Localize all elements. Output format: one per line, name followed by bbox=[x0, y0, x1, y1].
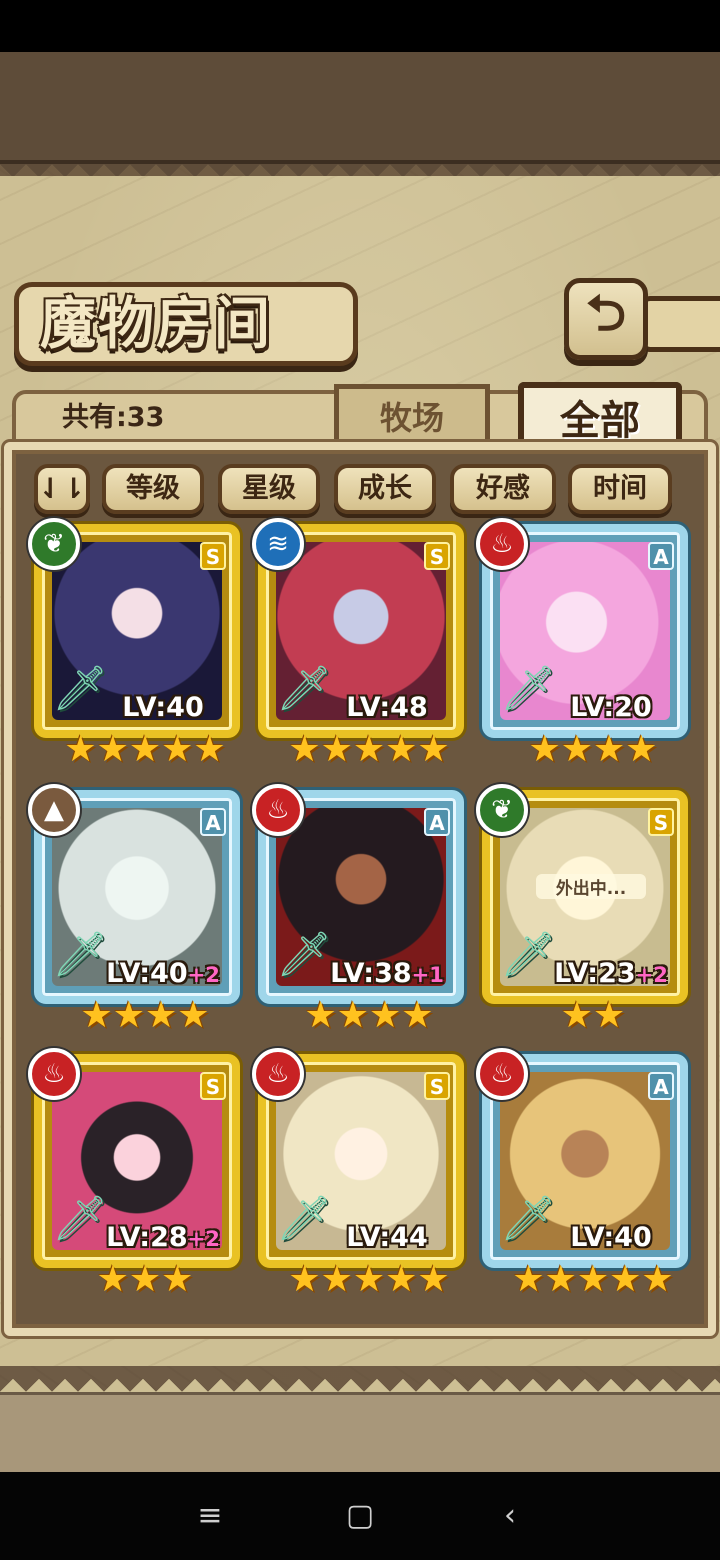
level-label: LV:40+2 bbox=[106, 958, 220, 989]
level-label: LV:48 bbox=[346, 692, 428, 723]
rank-badge: A bbox=[424, 808, 450, 836]
map-bottom-band bbox=[0, 1392, 720, 1472]
monster-card[interactable]: 外出中... S 🗡 LV:23+2 ❦ ★★ bbox=[476, 784, 688, 1036]
star-rating: ★★★★ bbox=[528, 729, 658, 770]
flame-icon: ♨ bbox=[28, 1048, 80, 1100]
level-label: LV:20 bbox=[570, 692, 652, 723]
monster-card[interactable]: A 🗡 LV:40 ♨ ★★★★★ bbox=[476, 1048, 688, 1300]
rank-badge: A bbox=[200, 808, 226, 836]
water-wave-icon: ≋ bbox=[252, 518, 304, 570]
torn-edge-bottom bbox=[0, 1366, 720, 1392]
level-label: LV:28+2 bbox=[106, 1222, 220, 1253]
rank-badge: A bbox=[648, 542, 674, 570]
star-rating: ★★★★★ bbox=[64, 729, 226, 770]
monster-card[interactable]: A 🗡 LV:20 ♨ ★★★★ bbox=[476, 518, 688, 770]
sort-level-button[interactable]: 等级 bbox=[102, 464, 204, 514]
leaf-icon: ❦ bbox=[476, 784, 528, 836]
rank-badge: S bbox=[200, 542, 226, 570]
flame-icon: ♨ bbox=[252, 784, 304, 836]
sort-growth-button[interactable]: 成长 bbox=[334, 464, 436, 514]
status-bar bbox=[0, 0, 720, 52]
level-label: LV:40 bbox=[570, 1222, 652, 1253]
sort-time-button[interactable]: 时间 bbox=[568, 464, 672, 514]
total-count: 共有:33 bbox=[62, 402, 165, 433]
back-button-rail bbox=[640, 296, 720, 352]
menu-icon[interactable]: ≡ bbox=[190, 1496, 230, 1536]
monster-card[interactable]: A 🗡 LV:40+2 ▲ ★★★★ bbox=[28, 784, 240, 1036]
page-title: 魔物房间 bbox=[40, 291, 272, 357]
tab-ranch[interactable]: 牧场 bbox=[334, 384, 490, 442]
back-button[interactable]: ⮌ bbox=[564, 278, 648, 360]
star-rating: ★★ bbox=[560, 995, 626, 1036]
rank-badge: S bbox=[424, 1072, 450, 1100]
rank-badge: S bbox=[648, 808, 674, 836]
sort-order-toggle[interactable]: ⇃⇂ bbox=[34, 464, 90, 514]
mountain-icon: ▲ bbox=[28, 784, 80, 836]
star-rating: ★★★★★ bbox=[512, 1259, 674, 1300]
home-icon[interactable]: ▢ bbox=[340, 1496, 380, 1536]
sort-stars-button[interactable]: 星级 bbox=[218, 464, 320, 514]
star-rating: ★★★★★ bbox=[288, 729, 450, 770]
sort-affection-button[interactable]: 好感 bbox=[450, 464, 556, 514]
monster-card[interactable]: S 🗡 LV:28+2 ♨ ★★★ bbox=[28, 1048, 240, 1300]
level-label: LV:38+1 bbox=[330, 958, 444, 989]
level-label: LV:23+2 bbox=[554, 958, 668, 989]
rank-badge: S bbox=[200, 1072, 226, 1100]
return-arrow-icon: ⮌ bbox=[585, 283, 627, 342]
flame-icon: ♨ bbox=[476, 1048, 528, 1100]
monster-card[interactable]: A 🗡 LV:38+1 ♨ ★★★★ bbox=[252, 784, 464, 1036]
away-status: 外出中... bbox=[536, 874, 646, 899]
level-label: LV:44 bbox=[346, 1222, 428, 1253]
level-label: LV:40 bbox=[122, 692, 204, 723]
monster-card[interactable]: S 🗡 LV:48 ≋ ★★★★★ bbox=[252, 518, 464, 770]
flame-icon: ♨ bbox=[252, 1048, 304, 1100]
back-nav-icon[interactable]: ‹ bbox=[490, 1496, 530, 1536]
map-top-band bbox=[0, 52, 720, 164]
flame-icon: ♨ bbox=[476, 518, 528, 570]
monster-card[interactable]: S 🗡 LV:40 ❦ ★★★★★ bbox=[28, 518, 240, 770]
star-rating: ★★★★★ bbox=[288, 1259, 450, 1300]
monster-card[interactable]: S 🗡 LV:44 ♨ ★★★★★ bbox=[252, 1048, 464, 1300]
rank-badge: A bbox=[648, 1072, 674, 1100]
star-rating: ★★★★ bbox=[80, 995, 210, 1036]
star-rating: ★★★ bbox=[96, 1259, 194, 1300]
rank-badge: S bbox=[424, 542, 450, 570]
leaf-icon: ❦ bbox=[28, 518, 80, 570]
star-rating: ★★★★ bbox=[304, 995, 434, 1036]
